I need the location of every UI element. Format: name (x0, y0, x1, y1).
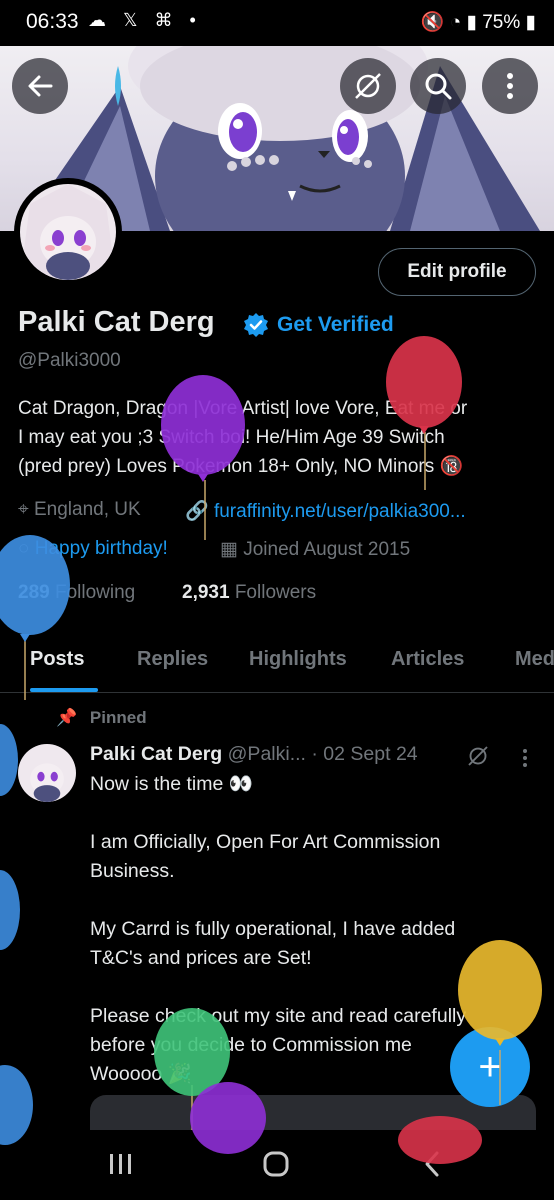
verified-badge-icon (244, 313, 268, 337)
android-nav-bar (0, 1130, 554, 1200)
profile-avatar[interactable] (14, 178, 122, 286)
grok-post-icon[interactable] (466, 744, 490, 768)
post-more-icon[interactable] (522, 748, 528, 768)
home-icon[interactable] (262, 1150, 290, 1178)
post-handle: @Palki... (227, 743, 306, 765)
birthday-text[interactable]: Happy birthday! (35, 538, 168, 559)
status-bar: 06:33 ☁ 𝕏 ⌘ • 🔇 ◔ ▮ 75% ▮ (0, 0, 554, 46)
following-stat[interactable]: 289 Following (18, 582, 135, 604)
status-right-icons: 🔇 ◔ ▮ 75% ▮ (421, 10, 536, 34)
compose-fab[interactable]: + (450, 1027, 530, 1107)
post-date: · 02 Sept 24 (311, 743, 418, 765)
bio-line: I may eat you ;3 Switch boi! He/Him Age … (18, 427, 445, 448)
wifi-icon: ◔ (449, 12, 462, 33)
tab-media[interactable]: Media (515, 648, 554, 671)
grok-icon (355, 73, 381, 99)
birthday-row: ○ Happy birthday! (18, 538, 168, 560)
more-vertical-icon (507, 73, 513, 99)
calendar-icon: ▦ (220, 539, 238, 560)
post-line: T&C's and prices are Set! (90, 947, 312, 969)
following-label: Following (54, 582, 136, 603)
back-nav-icon[interactable] (422, 1150, 442, 1178)
edit-profile-button[interactable]: Edit profile (378, 248, 536, 296)
status-time: 06:33 (26, 10, 79, 33)
profile-bio: Cat Dragon, Dragon |Vore Artist| love Vo… (18, 394, 538, 481)
active-tab-indicator (30, 688, 98, 692)
post-line: My Carrd is fully operational, I have ad… (90, 918, 456, 940)
balloon-blue-edge (0, 724, 18, 796)
followers-count: 2,931 (182, 582, 230, 603)
back-button[interactable] (12, 58, 68, 114)
post-header: Palki Cat Derg @Palki... · 02 Sept 24 (90, 743, 418, 766)
profile-tabs: Posts Replies Highlights Articles Media (0, 632, 554, 693)
tab-replies[interactable]: Replies (137, 648, 208, 671)
followers-label: Followers (234, 582, 317, 603)
profile-handle: @Palki3000 (18, 350, 121, 371)
post-line: Business. (90, 860, 175, 882)
location-pin-icon: ⌖ (18, 499, 29, 520)
link-icon: 🔗 (185, 501, 209, 522)
pinned-row: 📌 Pinned (56, 708, 147, 728)
search-button[interactable] (410, 58, 466, 114)
joined-row: ▦ Joined August 2015 (220, 538, 410, 561)
notification-icons: ☁ 𝕏 ⌘ • (88, 10, 202, 30)
battery-percent: 75% (482, 12, 521, 33)
post-line: Now is the time 👀 (90, 773, 253, 795)
bio-line: (pred prey) Loves Pokemon 18+ Only, NO M… (18, 456, 464, 477)
post-author[interactable]: Palki Cat Derg (90, 743, 222, 765)
joined-text: Joined August 2015 (243, 539, 411, 560)
following-count: 289 (18, 582, 50, 603)
mute-icon: 🔇 (420, 12, 445, 33)
website-link[interactable]: furaffinity.net/user/palkia300... (214, 501, 466, 522)
followers-stat[interactable]: 2,931 Followers (182, 582, 316, 604)
tab-articles[interactable]: Articles (391, 648, 464, 671)
tab-highlights[interactable]: Highlights (249, 648, 347, 671)
arrow-left-icon (28, 75, 53, 97)
post-avatar[interactable] (18, 744, 76, 802)
signal-icon: ▮ (466, 12, 477, 33)
grok-button[interactable] (340, 58, 396, 114)
tab-posts[interactable]: Posts (30, 648, 84, 671)
recent-apps-icon[interactable] (108, 1152, 134, 1176)
plus-icon: + (478, 1044, 502, 1089)
location-row: ⌖ England, UK (18, 499, 141, 521)
balloon-icon: ○ (18, 538, 30, 559)
profile-name: Palki Cat Derg (18, 306, 215, 338)
bio-line: Cat Dragon, Dragon |Vore Artist| love Vo… (18, 398, 468, 419)
website-row[interactable]: 🔗 furaffinity.net/user/palkia300... (185, 499, 466, 523)
balloon-blue-edge (0, 870, 20, 950)
pin-icon: 📌 (56, 708, 78, 727)
search-icon (425, 73, 452, 100)
post-line: I am Officially, Open For Art Commission (90, 831, 441, 853)
more-button[interactable] (482, 58, 538, 114)
pinned-label: Pinned (89, 708, 147, 727)
avatar-image (20, 184, 116, 280)
post-line: Please check out my site and read carefu… (90, 1005, 467, 1027)
battery-icon: ▮ (525, 12, 536, 33)
get-verified-link[interactable]: Get Verified (277, 313, 394, 337)
location-text: England, UK (33, 499, 141, 520)
